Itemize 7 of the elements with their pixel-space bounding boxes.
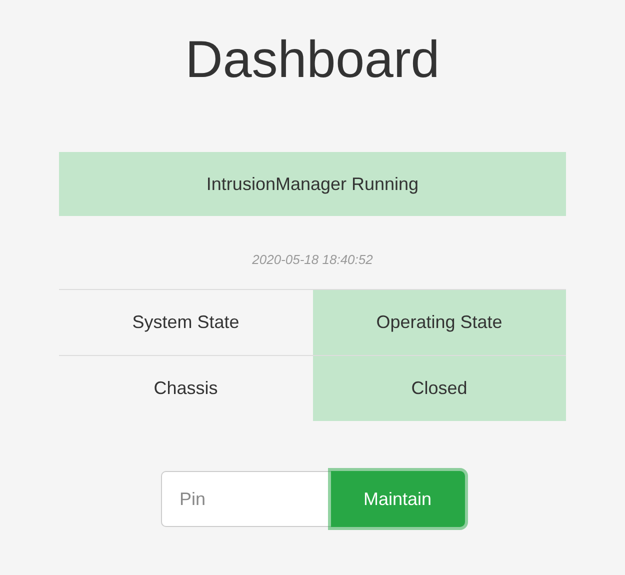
status-banner: IntrusionManager Running <box>59 152 566 216</box>
state-value: Closed <box>312 356 566 421</box>
pin-field[interactable]: Pin <box>160 471 330 527</box>
state-value: Operating State <box>312 290 566 356</box>
maintain-button[interactable]: Maintain <box>330 471 464 527</box>
page-title: Dashboard <box>185 30 440 91</box>
timestamp: 2020-05-18 18:40:52 <box>252 252 373 267</box>
